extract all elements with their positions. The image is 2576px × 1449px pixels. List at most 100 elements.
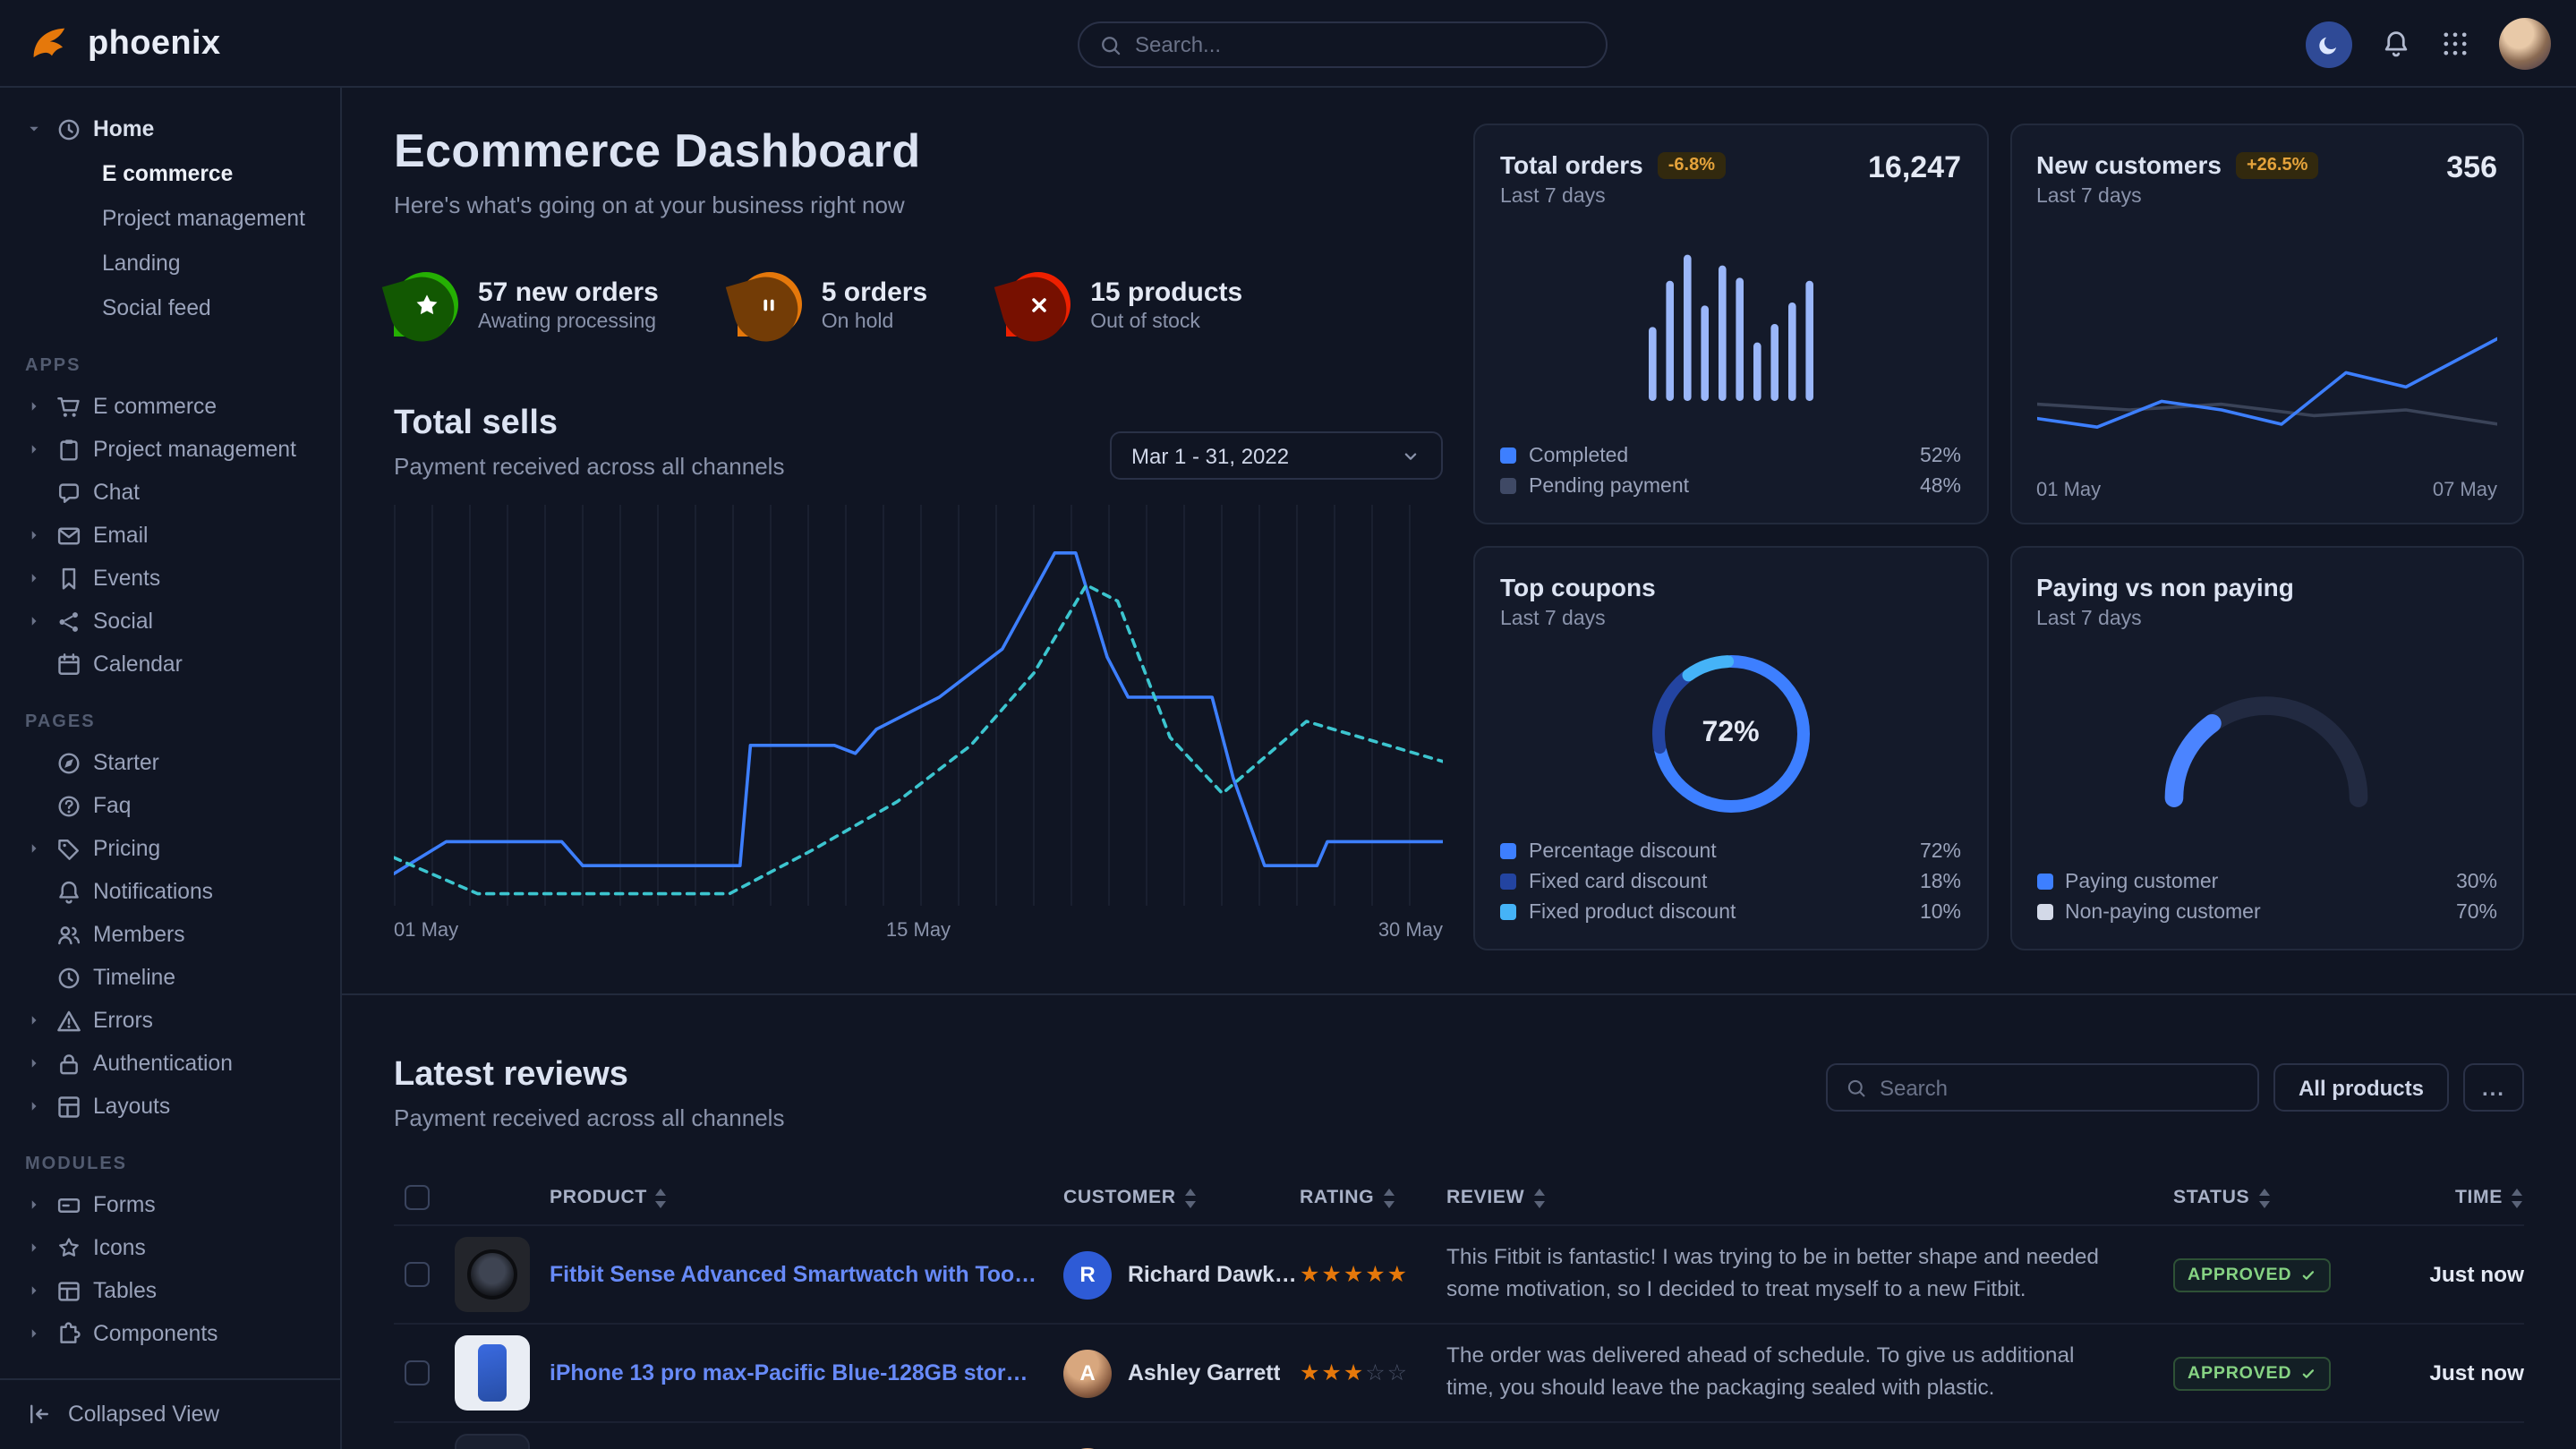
- global-search[interactable]: [1078, 21, 1608, 68]
- all-products-filter-button[interactable]: All products: [2273, 1063, 2449, 1112]
- tag-icon: [55, 835, 82, 862]
- sidebar-item[interactable]: Faq: [23, 784, 326, 827]
- collapsed-view-label: Collapsed View: [68, 1402, 219, 1427]
- sidebar-item[interactable]: Tables: [23, 1269, 326, 1312]
- sidebar-item[interactable]: Starter: [23, 741, 326, 784]
- grid-apps-icon[interactable]: [2440, 29, 2470, 59]
- sidebar-item[interactable]: Components: [23, 1312, 326, 1355]
- pause-icon: [756, 291, 783, 318]
- sidebar-item-label: Home: [93, 116, 154, 141]
- card-title: Top coupons: [1500, 573, 1656, 601]
- column-header-review[interactable]: REVIEW: [1446, 1187, 2173, 1208]
- customers-line-chart: [2036, 324, 2497, 467]
- date-range-select[interactable]: Mar 1 - 31, 2022: [1110, 431, 1443, 480]
- legend-label: Percentage discount: [1529, 840, 1717, 862]
- card-title: Paying vs non paying: [2036, 573, 2294, 601]
- select-all-checkbox[interactable]: [405, 1185, 430, 1210]
- row-checkbox[interactable]: [405, 1262, 430, 1287]
- legend-row: Fixed product discount 10%: [1500, 897, 1961, 927]
- navbar-actions: [2306, 0, 2551, 88]
- card-top-coupons: Top coupons Last 7 days 72%: [1473, 546, 1988, 950]
- column-header-rating[interactable]: RATING: [1300, 1187, 1446, 1208]
- sidebar-item-label: Calendar: [93, 652, 183, 677]
- legend-value: 30%: [2456, 871, 2497, 892]
- bell-icon[interactable]: [2381, 29, 2411, 59]
- legend-swatch: [2036, 904, 2052, 920]
- customers-x-axis: 01 May 07 May: [2036, 480, 2497, 501]
- sidebar-item[interactable]: Chat: [23, 471, 326, 514]
- sidebar-item[interactable]: Project management: [23, 428, 326, 471]
- row-checkbox[interactable]: [405, 1360, 430, 1385]
- brand-name: phoenix: [88, 24, 221, 64]
- legend-label: Fixed product discount: [1529, 901, 1736, 923]
- sidebar-item[interactable]: Forms: [23, 1183, 326, 1226]
- check-icon: [2300, 1366, 2316, 1382]
- x-label: 15 May: [886, 920, 951, 942]
- legend-row: Pending payment 48%: [1500, 471, 1961, 501]
- sidebar-item-home[interactable]: Home: [23, 107, 326, 150]
- sidebar-item[interactable]: Layouts: [23, 1085, 326, 1128]
- latest-reviews-section: Latest reviews Payment received across a…: [394, 1056, 2524, 1449]
- caret-right-icon: [25, 1097, 43, 1115]
- search-icon: [1846, 1077, 1867, 1098]
- legend-swatch: [1500, 447, 1516, 464]
- stat-item: 5 orders On hold: [738, 272, 927, 337]
- trend-badge: -6.8%: [1658, 151, 1726, 178]
- sidebar-item[interactable]: Icons: [23, 1226, 326, 1269]
- collapsed-view-toggle[interactable]: Collapsed View: [0, 1377, 340, 1449]
- sidebar-subitem[interactable]: Project management: [23, 195, 326, 240]
- sidebar-item[interactable]: Calendar: [23, 643, 326, 686]
- brand[interactable]: phoenix: [27, 0, 221, 88]
- x-label: 01 May: [394, 920, 458, 942]
- sidebar-item[interactable]: Authentication: [23, 1042, 326, 1085]
- sidebar-item[interactable]: Notifications: [23, 870, 326, 913]
- theme-toggle-button[interactable]: [2306, 21, 2352, 67]
- stat-item: 15 products Out of stock: [1006, 272, 1242, 337]
- more-options-button[interactable]: ...: [2463, 1063, 2524, 1112]
- legend-label: Fixed card discount: [1529, 871, 1707, 892]
- column-header-status[interactable]: STATUS: [2173, 1187, 2374, 1208]
- reviews-search-input[interactable]: [1880, 1075, 2239, 1100]
- total-sells-chart: [394, 505, 1443, 906]
- caret-right-icon: [25, 612, 43, 630]
- page-title: Ecommerce Dashboard: [394, 124, 1443, 179]
- legend-swatch: [1500, 904, 1516, 920]
- user-avatar[interactable]: [2499, 18, 2551, 70]
- sidebar-item[interactable]: Pricing: [23, 827, 326, 870]
- sidebar-item[interactable]: E commerce: [23, 385, 326, 428]
- column-header-product[interactable]: PRODUCT: [455, 1187, 1063, 1208]
- sidebar-item-label: Components: [93, 1321, 218, 1346]
- product-link[interactable]: Fitbit Sense Advanced Smartwatch with To…: [550, 1262, 1038, 1287]
- legend-swatch: [1500, 874, 1516, 890]
- sidebar-subitem-label: E commerce: [102, 160, 233, 185]
- product-link[interactable]: iPhone 13 pro max-Pacific Blue-128GB sto…: [550, 1360, 1038, 1385]
- legend-value: 48%: [1920, 475, 1961, 497]
- calendar-icon: [55, 651, 82, 678]
- sidebar-item[interactable]: Timeline: [23, 956, 326, 999]
- total-sells-chart-area: [394, 505, 1443, 906]
- sort-icon: [656, 1188, 669, 1207]
- global-search-input[interactable]: [1135, 32, 1586, 57]
- sidebar-item[interactable]: Events: [23, 557, 326, 600]
- sidebar-item[interactable]: Email: [23, 514, 326, 557]
- column-header-customer[interactable]: CUSTOMER: [1063, 1187, 1300, 1208]
- review-text: This Fitbit is fantastic! I was trying t…: [1446, 1243, 2173, 1307]
- total-sells-x-axis: 01 May 15 May 30 May: [394, 920, 1443, 942]
- sidebar-item[interactable]: Social: [23, 600, 326, 643]
- paying-legend: Paying customer 30% Non-paying customer …: [2036, 866, 2497, 927]
- sidebar-item[interactable]: Members: [23, 913, 326, 956]
- sidebar-subitem[interactable]: E commerce: [23, 150, 326, 195]
- table-icon: [55, 1277, 82, 1304]
- column-header-time[interactable]: TIME: [2374, 1187, 2524, 1208]
- caret-right-icon: [25, 1239, 43, 1257]
- legend-row: Non-paying customer 70%: [2036, 897, 2497, 927]
- card-period: Last 7 days: [1500, 186, 1726, 208]
- reviews-subtitle: Payment received across all channels: [394, 1104, 784, 1131]
- sidebar-item[interactable]: Errors: [23, 999, 326, 1042]
- sidebar-subitem[interactable]: Social feed: [23, 285, 326, 329]
- sidebar-subitem[interactable]: Landing: [23, 240, 326, 285]
- orders-bar-chart: [1649, 247, 1813, 401]
- reviews-search[interactable]: [1826, 1063, 2259, 1112]
- review-time: Just now: [2429, 1360, 2524, 1385]
- sidebar: Home E commerce Project management Landi…: [0, 88, 342, 1449]
